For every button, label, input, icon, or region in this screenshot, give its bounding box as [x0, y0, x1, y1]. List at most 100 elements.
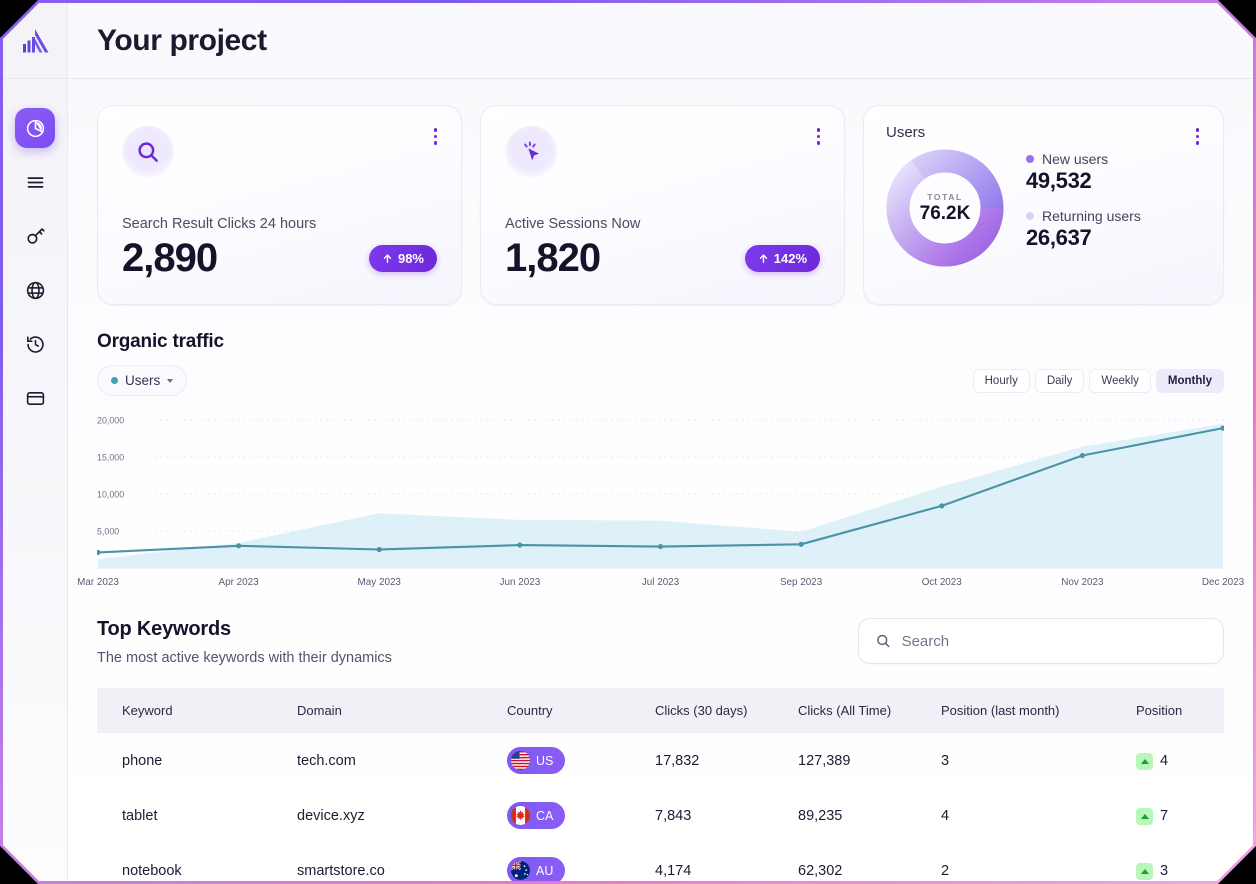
keywords-title: Top Keywords: [97, 618, 231, 640]
stat-card-search-clicks: Search Result Clicks 24 hours 2,890 98%: [97, 105, 462, 305]
cell-domain: device.xyz: [297, 807, 365, 824]
cell-position: 3: [1136, 843, 1224, 881]
tab-daily[interactable]: Daily: [1034, 368, 1085, 393]
country-badge: US: [507, 747, 566, 774]
sidebar-item-analytics[interactable]: [15, 108, 55, 148]
position-value: 3: [1160, 863, 1169, 879]
column-header-keyword[interactable]: Keyword: [97, 688, 297, 733]
card-icon-badge: [122, 126, 174, 178]
triangle-up-icon: [1140, 868, 1149, 874]
legend-item-returning-users: Returning users 26,637: [1026, 208, 1141, 251]
stat-card-label: Active Sessions Now: [505, 216, 641, 232]
sidebar-item-history[interactable]: [15, 324, 55, 364]
stat-card-value-row: 2,890 98%: [122, 236, 437, 281]
key-icon: [26, 227, 45, 244]
hamburger-menu-icon: [27, 176, 43, 188]
column-header-clicks-all-time[interactable]: Clicks (All Time): [798, 688, 941, 733]
cell-country: US: [507, 733, 655, 788]
trend-up-badge: [1136, 752, 1153, 770]
table-header-row: Keyword Domain Country Clicks (30 days) …: [97, 688, 1224, 733]
country-badge: CA: [507, 802, 566, 829]
app-logo[interactable]: [3, 3, 67, 79]
arrow-up-icon: [383, 254, 392, 263]
magnifier-search-icon: [138, 142, 158, 162]
column-header-clicks-30-days[interactable]: Clicks (30 days): [655, 688, 798, 733]
card-menu-button[interactable]: [433, 128, 437, 145]
organic-traffic-section: Organic traffic Users Hourly Daily Weekl…: [77, 331, 1245, 588]
sidebar-item-menu[interactable]: [15, 162, 55, 202]
country-badge: AU: [507, 857, 566, 881]
ca-flag-icon: [511, 806, 530, 825]
kebab-dot: [816, 128, 820, 132]
tab-weekly[interactable]: Weekly: [1089, 368, 1151, 393]
stat-card-delta-badge: 142%: [744, 245, 820, 272]
cell-position-last-month: 3: [941, 752, 950, 769]
country-code-label: US: [536, 753, 554, 768]
legend-head: New users: [1026, 151, 1141, 167]
triangle-up-icon: [1140, 758, 1149, 764]
cell-position-last-month: 4: [941, 807, 950, 824]
traffic-controls: Users Hourly Daily Weekly Monthly: [97, 365, 1224, 396]
column-header-position[interactable]: Position: [1136, 688, 1224, 733]
sidebar-item-billing[interactable]: [15, 378, 55, 418]
donut-center-label: TOTAL 76.2K: [910, 173, 980, 243]
triangle-up-icon: [1140, 813, 1149, 819]
position-value: 4: [1160, 753, 1169, 769]
stat-card-value-row: 1,820 142%: [505, 236, 820, 281]
globe-icon: [26, 281, 44, 299]
cell-position: 4: [1136, 733, 1224, 788]
top-keywords-section: Top Keywords The most active keywords wi…: [97, 618, 1224, 881]
card-menu-button[interactable]: [816, 128, 820, 145]
column-header-domain[interactable]: Domain: [297, 688, 507, 733]
y-tick-label: 5,000: [97, 526, 119, 536]
chart-axis-labels: 5,000 10,000 15,000 20,000 Mar 2023 Apr 2023…: [77, 415, 1245, 588]
kebab-dot: [816, 141, 820, 145]
country-code-label: CA: [536, 808, 554, 823]
users-legend: New users 49,532 Returning users 26,637: [1026, 151, 1141, 265]
x-axis-tick-labels: Mar 2023 Apr 2023 May 2023 Jun 2023 Jul 2023…: [77, 577, 1245, 588]
search-input[interactable]: [901, 632, 1207, 650]
keywords-search-box[interactable]: [858, 618, 1224, 664]
cell-keyword: phone: [122, 752, 163, 769]
chevron-down-icon: [167, 378, 174, 383]
range-tabs: Hourly Daily Weekly Monthly: [972, 368, 1224, 393]
table-row[interactable]: tablet device.xyz CA 7,843 89,235 4 7: [97, 788, 1224, 843]
table-row[interactable]: notebook smartstore.co AU 4,174 62,302 2 3: [97, 843, 1224, 881]
tab-monthly[interactable]: Monthly: [1155, 368, 1224, 393]
brand-triangle-logo-icon: [23, 28, 49, 52]
stat-card-delta-badge: 98%: [368, 245, 437, 272]
legend-value: 49,532: [1026, 168, 1092, 193]
users-card-title: Users: [886, 124, 926, 141]
x-tick-label: Apr 2023: [219, 577, 260, 588]
cell-country: CA: [507, 788, 655, 843]
cell-keyword: tablet: [122, 807, 158, 824]
kebab-dot: [433, 141, 437, 145]
x-tick-label: Jun 2023: [500, 577, 541, 588]
stat-cards-row: Search Result Clicks 24 hours 2,890 98%: [97, 105, 1224, 305]
legend-label: Returning users: [1042, 208, 1141, 224]
column-header-country[interactable]: Country: [507, 688, 655, 733]
users-donut-card: Users TOTAL 76.2K New users 49,532 Retur…: [863, 105, 1224, 305]
series-select-dropdown[interactable]: Users: [97, 365, 188, 396]
kebab-dot: [1195, 128, 1199, 132]
cell-domain: tech.com: [297, 752, 356, 769]
stat-card-label: Search Result Clicks 24 hours: [122, 216, 317, 232]
table-row[interactable]: phone tech.com US 17,832 127,389 3 4: [97, 733, 1224, 788]
card-menu-button[interactable]: [1195, 128, 1199, 145]
cell-clicks-all-time: 127,389: [798, 752, 851, 769]
trend-up-badge: [1136, 862, 1153, 880]
series-select-label: Users: [125, 373, 161, 388]
sidebar-item-domains[interactable]: [15, 270, 55, 310]
x-tick-label: Mar 2023: [77, 577, 119, 588]
pie-chart-icon: [26, 119, 44, 137]
tab-hourly[interactable]: Hourly: [972, 368, 1030, 393]
y-axis-tick-labels: 5,000 10,000 15,000 20,000: [97, 415, 124, 536]
sidebar-item-keywords[interactable]: [15, 216, 55, 256]
column-header-position-last-month[interactable]: Position (last month): [941, 688, 1136, 733]
au-flag-icon: [511, 861, 530, 880]
legend-value: 26,637: [1026, 225, 1092, 250]
card-icon-badge: [505, 126, 557, 178]
sidebar-nav-list: [15, 79, 55, 418]
series-color-dot: [111, 377, 118, 384]
click-cursor-icon: [524, 141, 540, 161]
